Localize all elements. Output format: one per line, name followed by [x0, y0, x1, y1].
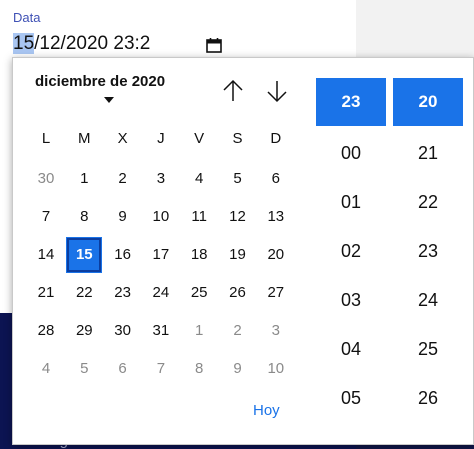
- datetime-input[interactable]: 15/12/2020 23:2: [13, 30, 170, 58]
- day-cell[interactable]: 1: [181, 313, 217, 349]
- day-cell[interactable]: 3: [143, 161, 179, 197]
- hour-option[interactable]: 00: [316, 143, 386, 164]
- day-cell[interactable]: 31: [143, 313, 179, 349]
- day-cell[interactable]: 22: [66, 275, 102, 311]
- day-cell[interactable]: 11: [181, 199, 217, 235]
- day-cell[interactable]: 21: [28, 275, 64, 311]
- day-cell[interactable]: 30: [28, 161, 64, 197]
- month-year-label[interactable]: diciembre de 2020: [35, 73, 165, 90]
- weekday-label: V: [194, 130, 205, 147]
- weekday-label: D: [270, 130, 282, 147]
- day-cell[interactable]: 7: [28, 199, 64, 235]
- day-cell[interactable]: 4: [28, 351, 64, 387]
- day-cell[interactable]: 10: [143, 199, 179, 235]
- day-cell[interactable]: 4: [181, 161, 217, 197]
- day-cell[interactable]: 12: [220, 199, 256, 235]
- day-cell[interactable]: 16: [105, 237, 141, 273]
- minute-option[interactable]: 22: [393, 192, 463, 213]
- hour-option[interactable]: 03: [316, 290, 386, 311]
- day-cell[interactable]: 14: [28, 237, 64, 273]
- day-cell-selected[interactable]: 15: [66, 237, 103, 273]
- background-panel-right-top: [356, 0, 474, 58]
- selected-hour[interactable]: 23: [316, 78, 386, 126]
- minute-option[interactable]: 21: [393, 143, 463, 164]
- day-cell[interactable]: 19: [220, 237, 256, 273]
- day-cell[interactable]: 8: [66, 199, 102, 235]
- hour-option[interactable]: 01: [316, 192, 386, 213]
- day-cell[interactable]: 13: [258, 199, 294, 235]
- weekday-label: M: [78, 130, 91, 147]
- today-button[interactable]: Hoy: [253, 402, 280, 419]
- minute-option[interactable]: 24: [393, 290, 463, 311]
- datetime-picker-popup: diciembre de 2020 LMXJVSD 30 1 2 3 4 5 6 7 8 9 10 1…: [12, 57, 474, 445]
- hour-option[interactable]: 02: [316, 241, 386, 262]
- hour-option[interactable]: 05: [316, 388, 386, 409]
- weekday-label: L: [41, 130, 51, 147]
- day-cell[interactable]: 5: [220, 161, 256, 197]
- day-cell[interactable]: 2: [220, 313, 256, 349]
- datetime-input-value: 15/12/2020 23:2: [13, 33, 150, 55]
- day-cell[interactable]: 26: [220, 275, 256, 311]
- day-cell[interactable]: 9: [220, 351, 256, 387]
- weekday-label: X: [117, 130, 128, 147]
- selected-minute[interactable]: 20: [393, 78, 463, 126]
- calendar-icon[interactable]: [205, 36, 223, 54]
- day-cell[interactable]: 5: [66, 351, 102, 387]
- day-cell[interactable]: 17: [143, 237, 179, 273]
- minute-option[interactable]: 23: [393, 241, 463, 262]
- day-cell[interactable]: 20: [258, 237, 294, 273]
- hour-option[interactable]: 04: [316, 339, 386, 360]
- field-label: Data: [13, 10, 41, 25]
- day-cell[interactable]: 18: [181, 237, 217, 273]
- day-cell[interactable]: 7: [143, 351, 179, 387]
- minute-option[interactable]: 25: [393, 339, 463, 360]
- day-cell[interactable]: 6: [105, 351, 141, 387]
- day-cell[interactable]: 24: [143, 275, 179, 311]
- day-cell[interactable]: 25: [181, 275, 217, 311]
- minute-option[interactable]: 26: [393, 388, 463, 409]
- day-cell[interactable]: 10: [258, 351, 294, 387]
- caret-down-icon[interactable]: [104, 97, 114, 103]
- arrow-up-icon[interactable]: [220, 78, 246, 104]
- day-cell[interactable]: 8: [181, 351, 217, 387]
- day-cell[interactable]: 6: [258, 161, 294, 197]
- arrow-down-icon[interactable]: [264, 78, 290, 104]
- day-segment[interactable]: 15: [13, 33, 35, 54]
- day-cell[interactable]: 27: [258, 275, 294, 311]
- day-cell[interactable]: 9: [105, 199, 141, 235]
- day-cell[interactable]: 28: [28, 313, 64, 349]
- day-cell[interactable]: 3: [258, 313, 294, 349]
- day-cell[interactable]: 30: [105, 313, 141, 349]
- day-cell[interactable]: 1: [66, 161, 102, 197]
- date-time-rest[interactable]: /12/2020 23:2: [34, 33, 150, 54]
- weekday-label: S: [232, 130, 243, 147]
- day-cell[interactable]: 29: [66, 313, 102, 349]
- day-cell[interactable]: 2: [105, 161, 141, 197]
- day-cell[interactable]: 23: [105, 275, 141, 311]
- weekday-label: J: [157, 130, 165, 147]
